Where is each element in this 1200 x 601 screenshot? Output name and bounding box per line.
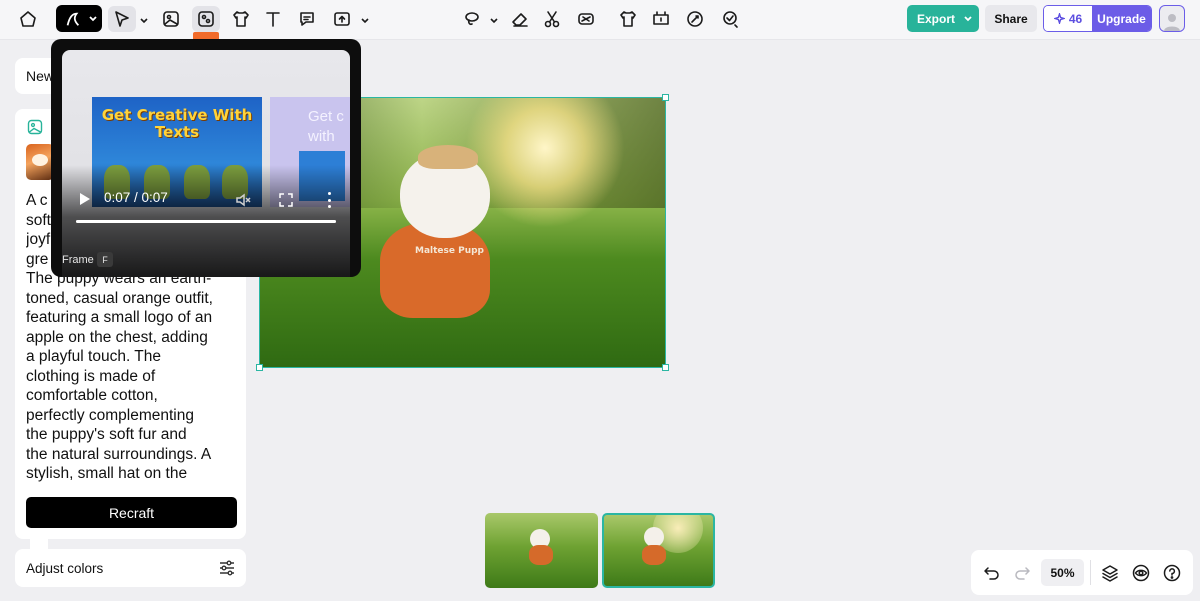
top-toolbar: Export Share 46 Upgrade [0, 0, 1200, 40]
remove-background-icon[interactable] [572, 6, 600, 32]
dog-outfit [642, 545, 666, 565]
style-thumbnail[interactable] [26, 144, 54, 180]
panel-connector [30, 539, 48, 549]
chevron-down-icon[interactable] [139, 13, 149, 24]
adjust-colors-section[interactable]: Adjust colors [15, 549, 246, 587]
more-options-icon[interactable] [326, 192, 332, 208]
resize-handle-bottom-right[interactable] [662, 364, 669, 371]
play-icon[interactable] [79, 192, 91, 206]
help-icon[interactable] [1162, 563, 1182, 583]
magic-tool-icon[interactable] [681, 6, 709, 32]
layers-icon[interactable] [1100, 563, 1120, 583]
video-progress-fill [76, 220, 336, 223]
export-label: Export [917, 11, 956, 26]
variation-thumbnail-selected[interactable] [602, 513, 715, 588]
tutorial-video[interactable]: Get Creative With Texts Get c with 0:07 … [62, 50, 350, 277]
prompt-line: perfectly complementing [26, 406, 194, 424]
shortcut-key: F [97, 252, 113, 267]
credits-button[interactable]: 46 [1044, 6, 1092, 31]
prompt-line: the puppy's soft fur and [26, 426, 187, 443]
prompt-line: the natural surroundings. A [26, 445, 212, 463]
chevron-down-icon[interactable] [489, 13, 499, 24]
upgrade-button[interactable]: Upgrade [1092, 6, 1151, 31]
frame-tool-icon[interactable] [192, 6, 220, 32]
sunlight [465, 98, 625, 228]
dog-outfit [529, 545, 553, 565]
share-button[interactable]: Share [985, 5, 1037, 32]
image-tool-icon[interactable] [157, 6, 185, 32]
upload-tool-icon[interactable] [328, 6, 356, 32]
dog-hat [418, 145, 478, 169]
chevron-down-icon[interactable] [360, 13, 370, 24]
resize-handle-bottom-left[interactable] [256, 364, 263, 371]
slide-title: Get Creative With Texts [101, 106, 253, 141]
home-icon[interactable] [14, 6, 42, 32]
variation-thumbnail[interactable] [485, 513, 598, 588]
credits-upgrade-group: 46 Upgrade [1043, 5, 1152, 32]
tshirt-icon[interactable] [614, 6, 642, 32]
comment-tool-icon[interactable] [293, 6, 321, 32]
zoom-controls: 50% [971, 550, 1193, 595]
prompt-line: toned, casual orange outfit, [26, 289, 213, 307]
chevron-down-icon [964, 15, 972, 21]
video-progress-bar[interactable] [76, 220, 336, 223]
adjust-colors-label: Adjust colors [26, 560, 104, 576]
select-tool-icon[interactable] [108, 6, 136, 32]
lasso-tool-icon[interactable] [458, 6, 486, 32]
scale-tool-icon[interactable] [647, 6, 675, 32]
user-icon [1164, 14, 1180, 31]
recraft-button[interactable]: Recraft [26, 497, 237, 528]
mockup-tool-icon[interactable] [227, 6, 255, 32]
prompt-line: a playful touch. The [26, 348, 161, 365]
divider [1090, 560, 1091, 585]
eraser-tool-icon[interactable] [506, 6, 534, 32]
scissors-icon[interactable] [538, 6, 566, 32]
sliders-icon [220, 560, 234, 576]
prompt-line: comfortable cotton, [26, 387, 158, 404]
resize-handle-top-right[interactable] [662, 94, 669, 101]
outfit-text: Maltese Pupp [415, 246, 485, 256]
dog-head [644, 527, 664, 547]
credits-count: 46 [1068, 11, 1083, 26]
preview-eye-icon[interactable] [1131, 563, 1151, 583]
brand-menu-button[interactable] [56, 5, 102, 32]
prompt-line: featuring a small logo of an [26, 309, 213, 326]
tool-name: Frame [62, 254, 94, 266]
mute-icon[interactable] [235, 192, 251, 208]
video-time: 0:07 / 0:07 [104, 190, 168, 205]
redo-icon[interactable] [1012, 563, 1032, 583]
image-icon [27, 119, 43, 135]
sparkle-icon [1053, 13, 1065, 24]
undo-icon[interactable] [982, 563, 1002, 583]
slide-title: Get c with [308, 108, 344, 145]
fullscreen-icon[interactable] [278, 192, 294, 208]
export-button[interactable]: Export [907, 5, 979, 32]
frame-tool-tooltip: Get Creative With Texts Get c with 0:07 … [51, 39, 361, 277]
prompt-line: clothing is made of [26, 367, 156, 385]
text-tool-icon[interactable] [259, 6, 287, 32]
zoom-level[interactable]: 50% [1041, 559, 1084, 586]
prompt-line: apple on the chest, adding [26, 328, 208, 346]
prompt-line: stylish, small hat on the [26, 465, 188, 482]
avatar[interactable] [1159, 5, 1185, 32]
new-label: New [26, 68, 55, 84]
variations-tool-icon[interactable] [716, 6, 744, 32]
